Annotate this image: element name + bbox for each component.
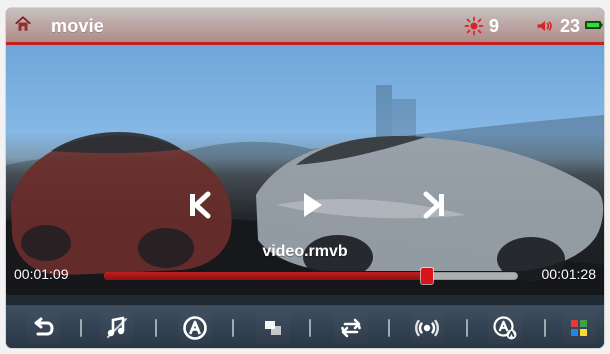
top-status-bar: movie 9 23 [6, 8, 604, 45]
music-icon [107, 316, 127, 338]
home-icon[interactable] [14, 15, 32, 33]
previous-button[interactable] [178, 183, 222, 227]
color-grid-icon [571, 320, 587, 336]
progress-fill [104, 272, 427, 280]
repeat-button[interactable] [334, 312, 368, 344]
ab-repeat-icon [493, 316, 517, 340]
color-grid-button[interactable] [562, 312, 596, 344]
a-icon [183, 316, 207, 340]
device-screen: movie 9 23 video.rmvb 00:01:09 00:01:28 [6, 8, 604, 348]
toolbar-separator [80, 319, 82, 337]
toolbar-separator [544, 319, 546, 337]
music-button[interactable] [100, 312, 134, 344]
previous-icon [190, 191, 211, 219]
back-icon [34, 317, 54, 336]
layout-icon [265, 321, 281, 335]
app-title: movie [51, 16, 105, 36]
toolbar-separator [388, 319, 390, 337]
back-button[interactable] [26, 312, 60, 344]
progress-bar[interactable] [104, 268, 518, 284]
playback-controls [6, 183, 604, 243]
brightness-value: 9 [489, 16, 500, 36]
volume-value: 23 [560, 16, 581, 36]
toolbar-separator [466, 319, 468, 337]
volume-icon [537, 21, 552, 31]
total-time: 00:01:28 [541, 266, 597, 282]
battery-icon [585, 21, 603, 29]
ab-repeat-button[interactable] [488, 312, 522, 344]
next-icon [423, 191, 444, 219]
surround-icon [415, 319, 439, 337]
a-button[interactable] [178, 312, 212, 344]
bottom-toolbar [6, 305, 604, 348]
layout-button[interactable] [256, 312, 290, 344]
play-button[interactable] [289, 183, 333, 227]
play-icon [304, 193, 322, 217]
toolbar-separator [232, 319, 234, 337]
next-button[interactable] [412, 183, 456, 227]
file-name: video.rmvb [262, 243, 348, 260]
repeat-icon [341, 318, 361, 338]
brightness-icon [464, 16, 484, 36]
progress-thumb[interactable] [421, 268, 433, 284]
elapsed-time: 00:01:09 [14, 266, 69, 282]
surround-button[interactable] [410, 312, 444, 344]
toolbar-separator [155, 319, 157, 337]
toolbar-separator [309, 319, 311, 337]
